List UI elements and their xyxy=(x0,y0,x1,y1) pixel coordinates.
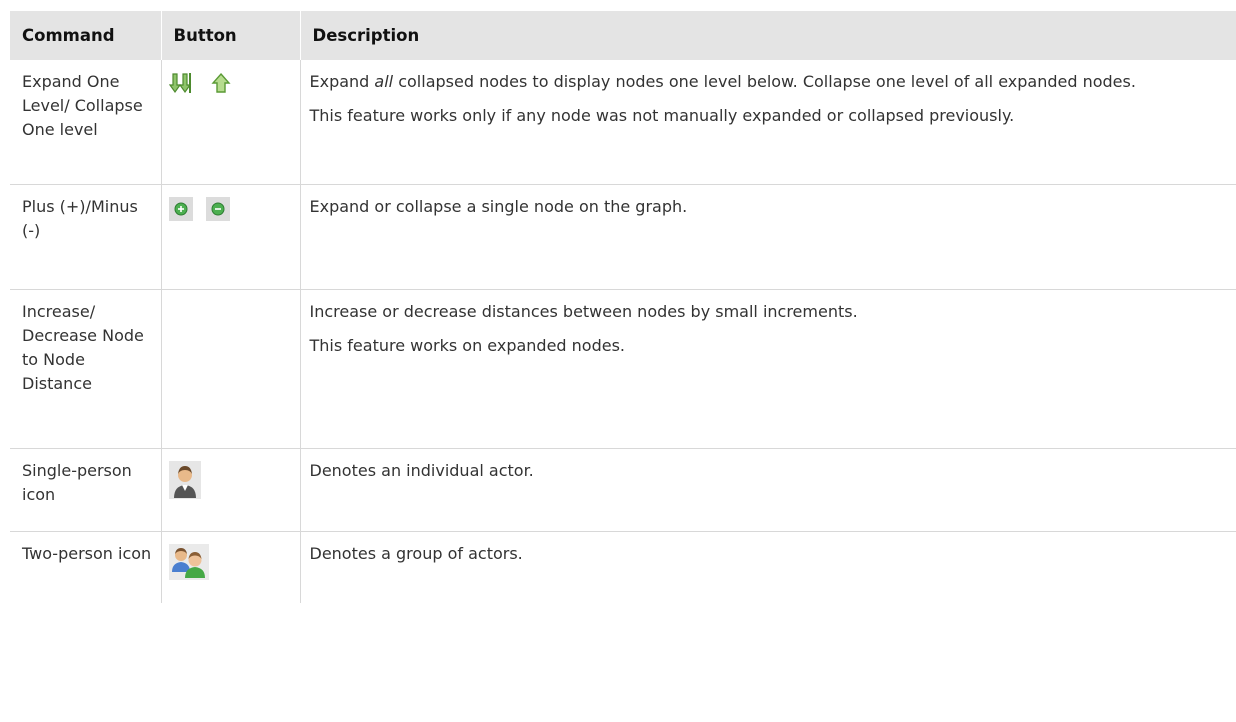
table-row: Two-person icon Denotes a group of actor xyxy=(10,531,1236,603)
description-paragraph: Expand or collapse a single node on the … xyxy=(309,196,688,216)
description-cell: Expand all collapsed nodes to display no… xyxy=(300,60,1236,185)
command-cell: Two-person icon xyxy=(10,531,162,603)
expand-one-level-icon xyxy=(168,72,193,103)
description-cell: Increase or decrease distances between n… xyxy=(300,289,1236,449)
button-cell xyxy=(161,448,301,532)
column-header-description: Description xyxy=(300,11,1236,60)
description-paragraph: This feature works on expanded nodes. xyxy=(309,335,626,355)
button-cell xyxy=(161,184,301,290)
description-paragraph: Denotes an individual actor. xyxy=(309,460,534,480)
description-paragraph: This feature works only if any node was … xyxy=(309,106,1015,125)
column-header-command: Command xyxy=(10,11,162,60)
column-header-button: Button xyxy=(161,11,301,60)
collapse-one-level-icon xyxy=(210,72,232,103)
table-header-row: Command Button Description xyxy=(10,11,1236,60)
button-cell xyxy=(161,531,301,603)
table-row: Plus (+)/Minus (-) Expand or collapse a … xyxy=(10,184,1236,290)
button-cell xyxy=(161,289,301,449)
description-cell: Expand or collapse a single node on the … xyxy=(300,184,1236,290)
button-cell xyxy=(161,60,301,185)
description-paragraph: Denotes a group of actors. xyxy=(309,543,523,563)
description-cell: Denotes an individual actor. xyxy=(300,448,1236,532)
command-cell: Expand One Level/ Collapse One level xyxy=(10,60,162,185)
plus-node-icon xyxy=(168,196,193,228)
command-cell: Plus (+)/Minus (-) xyxy=(10,184,162,290)
command-table: Command Button Description Expand One Le… xyxy=(10,11,1236,603)
description-cell: Denotes a group of actors. xyxy=(300,531,1236,603)
table-row: Increase/ Decrease Node to Node Distance… xyxy=(10,289,1236,449)
description-paragraph: Increase or decrease distances between n… xyxy=(309,301,858,321)
single-person-icon xyxy=(168,460,201,506)
command-cell: Increase/ Decrease Node to Node Distance xyxy=(10,289,162,449)
command-cell: Single-person icon xyxy=(10,448,162,532)
minus-node-icon xyxy=(205,196,230,228)
table-row: Single-person icon Denotes an individual… xyxy=(10,448,1236,532)
description-paragraph: Expand all collapsed nodes to display no… xyxy=(309,72,1136,91)
two-person-icon xyxy=(168,543,209,587)
table-row: Expand One Level/ Collapse One level Exp… xyxy=(10,60,1236,185)
